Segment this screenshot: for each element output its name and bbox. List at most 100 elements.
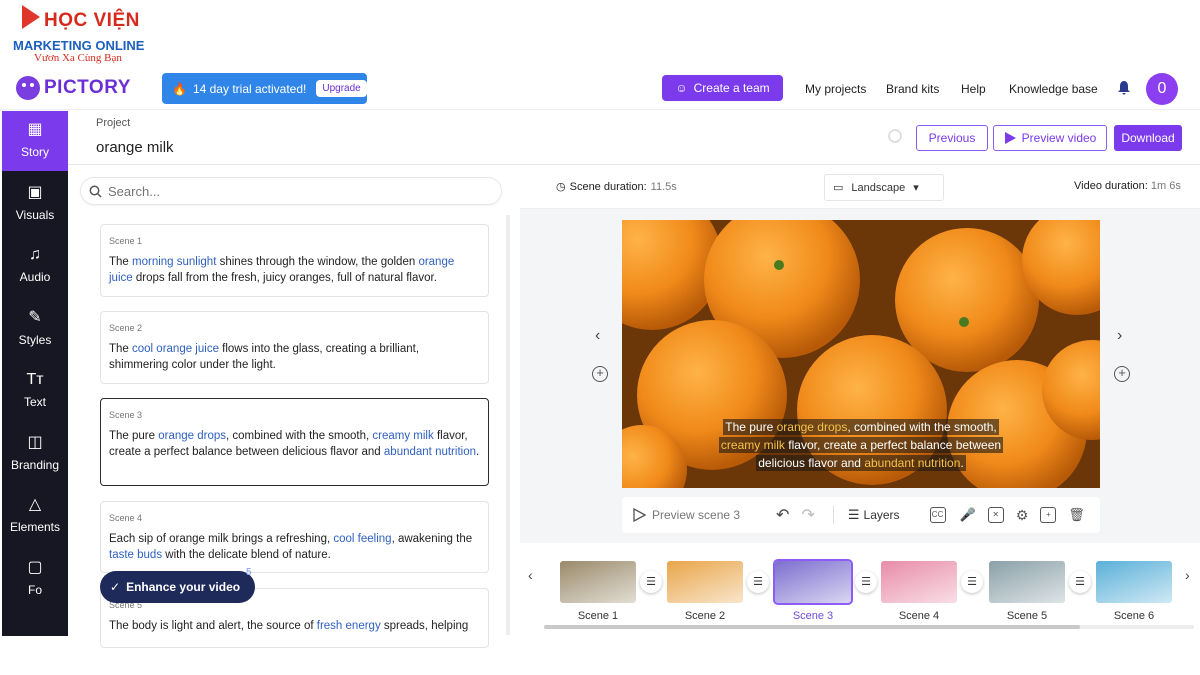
fire-icon: 🔥 xyxy=(172,81,187,96)
sidebar-item-elements[interactable]: △ Elements xyxy=(2,486,68,546)
highlighted-word: cool orange juice xyxy=(132,343,219,355)
orientation-dropdown[interactable]: ▭ Landscape ▾ xyxy=(824,174,944,201)
timeline-prev-icon[interactable]: ‹ xyxy=(528,567,533,583)
undo-icon[interactable]: ↶ xyxy=(776,505,789,525)
video-duration-label: Video duration: xyxy=(1074,180,1148,192)
scrollbar[interactable] xyxy=(506,215,510,635)
trial-banner: 🔥 14 day trial activated! Upgrade xyxy=(162,73,367,104)
scene-canvas[interactable]: The pure orange drops, combined with the… xyxy=(622,220,1100,488)
search-box[interactable] xyxy=(80,177,502,205)
caption-text: flavor, create a perfect balance between xyxy=(784,438,1002,452)
nav-help[interactable]: Help xyxy=(961,82,986,96)
scene-card[interactable]: Scene 3 The pure orange drops, combined w… xyxy=(100,398,489,486)
enhance-video-button[interactable]: ✓ Enhance your video xyxy=(100,571,255,603)
trash-icon[interactable]: 🗑 xyxy=(1068,507,1085,523)
add-scene-before-icon[interactable]: + xyxy=(592,366,608,382)
bell-icon[interactable] xyxy=(1116,80,1132,96)
previous-button[interactable]: Previous xyxy=(916,125,988,151)
sidebar-item-branding[interactable]: ◫ Branding xyxy=(2,424,68,484)
duplicate-icon[interactable]: + xyxy=(1040,507,1057,523)
layers-icon[interactable]: ☰ xyxy=(1069,571,1091,593)
preview-scene-button[interactable]: Preview scene 3 xyxy=(632,508,740,522)
sidebar-item-audio[interactable]: ♫ Audio xyxy=(2,236,68,296)
cut-icon[interactable]: ✕ xyxy=(987,507,1004,523)
avatar[interactable]: 0 xyxy=(1146,73,1178,105)
layers-icon[interactable]: ☰ xyxy=(855,571,877,593)
timeline-thumbnail[interactable] xyxy=(989,561,1065,603)
team-icon: ☺ xyxy=(675,81,688,95)
scene-duration-value: 11.5s xyxy=(650,180,677,193)
sidebar-item-visuals[interactable]: ▣ Visuals xyxy=(2,174,68,234)
timeline-thumbnail[interactable] xyxy=(560,561,636,603)
preview-scene-label: Preview scene 3 xyxy=(652,508,741,522)
timeline-next-icon[interactable]: › xyxy=(1185,567,1190,583)
timeline-scene-label[interactable]: Scene 4 xyxy=(881,610,957,622)
nav-my-projects[interactable]: My projects xyxy=(805,82,866,96)
trial-text: 14 day trial activated! xyxy=(192,81,307,96)
play-outline-icon xyxy=(633,508,646,522)
search-input[interactable] xyxy=(108,183,408,199)
layers-icon[interactable]: ☰ xyxy=(747,571,769,593)
scene-script-text[interactable]: The pure orange drops, combined with the… xyxy=(109,428,480,460)
sidebar-item-fo[interactable]: ▢ Fo xyxy=(2,549,68,609)
music-icon: ♫ xyxy=(29,246,41,263)
scene-card[interactable]: Scene 4 Each sip of orange milk brings a … xyxy=(100,501,489,573)
create-team-button[interactable]: ☺ Create a team xyxy=(662,75,783,101)
enhance-count-badge: 5 xyxy=(246,567,252,578)
check-badge-icon: ✓ xyxy=(110,580,121,594)
sidebar-item-story[interactable]: ▦ Story xyxy=(2,111,68,171)
scene-script-text[interactable]: The body is light and alert, the source … xyxy=(109,618,480,634)
script-text: shines through the window, the golden xyxy=(216,256,419,268)
microphone-icon[interactable]: 🎤 xyxy=(960,507,976,523)
captions-icon[interactable]: CC xyxy=(929,507,946,523)
project-name[interactable]: orange milk xyxy=(96,139,174,156)
shapes-icon: △ xyxy=(28,496,42,513)
sidebar-item-label: Visuals xyxy=(15,207,55,222)
editor-panel: ◷ Scene duration: 11.5s ▭ Landscape ▾ Vi… xyxy=(520,165,1200,636)
prev-scene-arrow-icon[interactable]: ‹ xyxy=(595,327,600,345)
nav-knowledge-base[interactable]: Knowledge base xyxy=(1009,82,1098,96)
timeline-scene-label[interactable]: Scene 5 xyxy=(989,610,1065,622)
next-scene-arrow-icon[interactable]: › xyxy=(1117,327,1122,345)
download-button[interactable]: Download xyxy=(1114,125,1182,151)
timeline-thumbnail[interactable] xyxy=(667,561,743,603)
timeline-scrollbar[interactable] xyxy=(544,625,1080,629)
caption-text: The pure xyxy=(725,420,777,434)
script-text: Each sip of orange milk brings a refresh… xyxy=(109,533,334,545)
scene-label: Scene 4 xyxy=(109,513,143,523)
timeline-thumbnail[interactable] xyxy=(881,561,957,603)
redo-icon[interactable]: ↷ xyxy=(801,505,814,525)
timeline-scene-label[interactable]: Scene 6 xyxy=(1096,610,1172,622)
nav-brand-kits[interactable]: Brand kits xyxy=(886,82,939,96)
sidebar-item-styles[interactable]: ✎ Styles xyxy=(2,299,68,359)
add-scene-after-icon[interactable]: + xyxy=(1114,366,1130,382)
upgrade-button[interactable]: Upgrade xyxy=(316,80,367,97)
scene-card[interactable]: Scene 2 The cool orange juice flows into … xyxy=(100,311,489,384)
project-label: Project xyxy=(96,117,131,129)
caption-text: , combined with the smooth, xyxy=(847,420,997,434)
editor-toolbar: ◷ Scene duration: 11.5s ▭ Landscape ▾ Vi… xyxy=(520,165,1200,209)
scene-script-text[interactable]: The cool orange juice flows into the gla… xyxy=(109,341,480,373)
timeline-thumbnail[interactable] xyxy=(1096,561,1172,603)
watermark-line1: HỌC VIỆN xyxy=(44,10,140,31)
layers-icon[interactable]: ☰ xyxy=(961,571,983,593)
timeline-scene-label[interactable]: Scene 1 xyxy=(560,610,636,622)
sidebar-item-text[interactable]: Tт Text xyxy=(2,361,68,421)
highlighted-word: fresh energy xyxy=(316,620,381,632)
scene-card[interactable]: Scene 1 The morning sunlight shines throu… xyxy=(100,224,489,297)
timeline-scene-label[interactable]: Scene 2 xyxy=(667,610,743,622)
octopus-logo-icon xyxy=(16,76,40,100)
scene-script-text[interactable]: The morning sunlight shines through the … xyxy=(109,254,480,286)
timeline-scene-label[interactable]: Scene 3 xyxy=(775,610,851,622)
scene-script-text[interactable]: Each sip of orange milk brings a refresh… xyxy=(109,531,480,563)
timeline-thumbnail[interactable] xyxy=(773,559,853,605)
app-name: PICTORY xyxy=(44,77,131,98)
app-logo[interactable]: PICTORY xyxy=(16,74,131,102)
highlighted-word: abundant nutrition xyxy=(383,446,476,458)
layers-icon[interactable]: ☰ xyxy=(640,571,662,593)
settings-icon[interactable]: ⚙ xyxy=(1016,507,1029,524)
play-icon xyxy=(1004,132,1016,144)
preview-video-button[interactable]: Preview video xyxy=(993,125,1107,151)
layers-button[interactable]: Layers xyxy=(864,508,900,522)
format-icon: ▢ xyxy=(27,558,43,576)
